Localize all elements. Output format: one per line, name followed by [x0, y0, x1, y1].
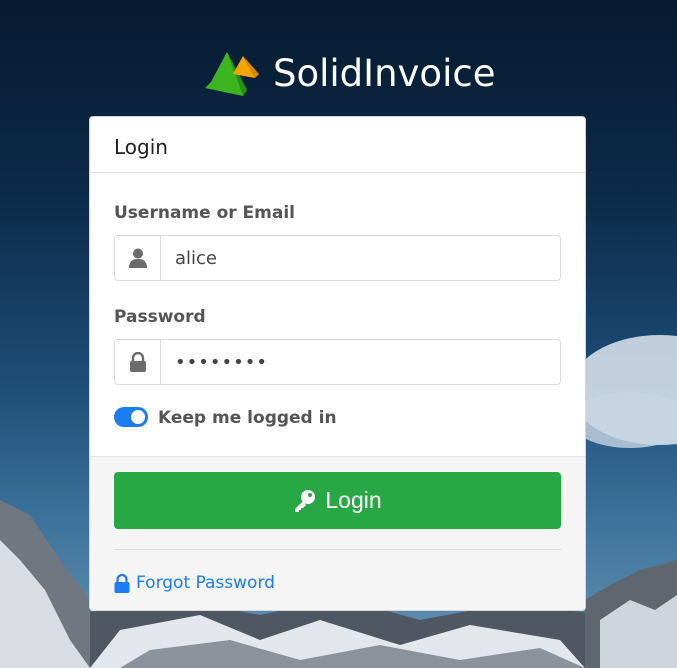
remember-me-toggle[interactable]	[114, 407, 148, 427]
login-form: Username or Email Password Keep me logge…	[90, 173, 585, 456]
forgot-password-link[interactable]: Forgot Password	[114, 573, 275, 593]
login-card: Login Username or Email Password Ke	[89, 116, 586, 611]
password-input-group	[114, 339, 561, 385]
login-button-label: Login	[325, 487, 382, 513]
username-input[interactable]	[161, 236, 560, 280]
card-title: Login	[90, 117, 585, 173]
password-input[interactable]	[161, 340, 560, 384]
card-footer: Login Forgot Password	[90, 456, 585, 610]
lock-icon	[115, 340, 161, 384]
key-icon	[295, 489, 316, 512]
footer-divider	[114, 549, 561, 550]
user-icon	[115, 236, 161, 280]
solidinvoice-logo-icon	[205, 52, 259, 96]
forgot-password-label: Forgot Password	[136, 573, 275, 593]
app-name: SolidInvoice	[273, 51, 496, 95]
lock-icon	[114, 573, 130, 593]
login-button[interactable]: Login	[114, 472, 561, 529]
brand-header: SolidInvoice	[203, 48, 495, 98]
password-label: Password	[114, 307, 206, 327]
remember-me-label: Keep me logged in	[158, 408, 337, 428]
username-label: Username or Email	[114, 203, 296, 223]
username-input-group	[114, 235, 561, 281]
